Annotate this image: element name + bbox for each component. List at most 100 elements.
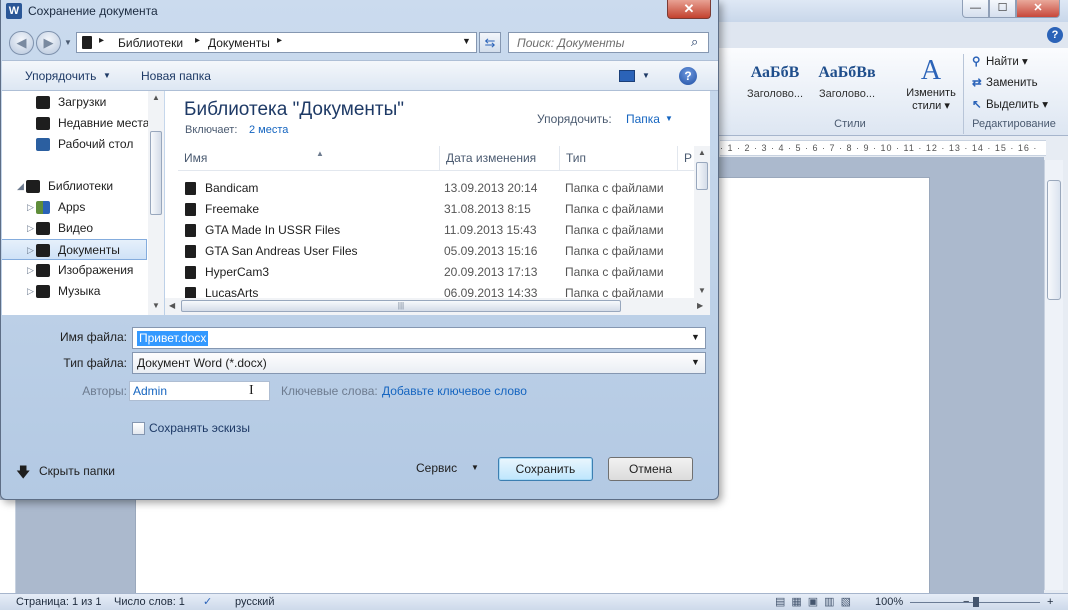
- select-button[interactable]: ↖ Выделить ▾: [972, 95, 1048, 115]
- change-styles-button[interactable]: A Изменить стили ▾: [900, 55, 962, 113]
- dialog-title-bar[interactable]: W Сохранение документа ✕: [1, 0, 719, 24]
- chevron-down-icon[interactable]: ▼: [471, 463, 479, 472]
- nav-item-recent-places[interactable]: Недавние места: [2, 113, 149, 134]
- word-minimize-button[interactable]: —: [962, 0, 989, 18]
- nav-item-documents[interactable]: ▷ Документы: [2, 239, 147, 260]
- view-options-icon[interactable]: [619, 70, 635, 82]
- nav-item-apps[interactable]: ▷ Apps: [2, 197, 147, 218]
- hide-folders-button[interactable]: Скрыть папки: [39, 464, 115, 478]
- status-language[interactable]: русский: [235, 594, 274, 610]
- folder-icon: [185, 224, 196, 237]
- chevron-down-icon[interactable]: ▼: [103, 71, 111, 80]
- save-thumbnails-checkbox[interactable]: [132, 422, 145, 435]
- dialog-close-button[interactable]: ✕: [667, 0, 711, 19]
- nav-item-desktop[interactable]: Рабочий стол: [2, 134, 147, 155]
- organize-button[interactable]: Упорядочить: [25, 69, 96, 83]
- nav-pane-scrollbar[interactable]: ▲ ▼: [148, 91, 164, 315]
- scrollbar-thumb[interactable]: [150, 131, 162, 215]
- file-row[interactable]: GTA Made In USSR Files 11.09.2013 15:43 …: [178, 220, 698, 241]
- nav-item-downloads[interactable]: Загрузки: [2, 92, 147, 113]
- scroll-down-icon[interactable]: ▼: [152, 301, 160, 310]
- file-row[interactable]: GTA San Andreas User Files 05.09.2013 15…: [178, 241, 698, 262]
- search-icon[interactable]: ⌕: [691, 34, 698, 50]
- chevron-down-icon[interactable]: ▼: [691, 357, 700, 367]
- column-header-date[interactable]: Дата изменения: [440, 146, 560, 171]
- new-folder-button[interactable]: Новая папка: [141, 69, 211, 83]
- library-icon: [82, 36, 92, 49]
- style-heading-1[interactable]: АаБбВ Заголово...: [740, 58, 810, 110]
- scrollbar-thumb[interactable]: |||: [181, 300, 621, 312]
- filetype-select[interactable]: Документ Word (*.docx) ▼: [132, 352, 706, 374]
- library-locations-link[interactable]: 2 места: [249, 124, 288, 136]
- forward-button[interactable]: ▶: [36, 31, 61, 55]
- help-icon[interactable]: ?: [679, 67, 697, 85]
- back-button[interactable]: ◀: [9, 31, 34, 55]
- scroll-up-icon[interactable]: ▲: [698, 148, 706, 157]
- file-list-horizontal-scrollbar[interactable]: ◀ ||| ▶: [165, 298, 710, 315]
- scroll-right-icon[interactable]: ▶: [697, 301, 703, 310]
- tools-button[interactable]: Сервис: [416, 461, 457, 475]
- zoom-in-button[interactable]: +: [1047, 594, 1053, 610]
- authors-value[interactable]: Admin: [133, 384, 167, 398]
- search-box[interactable]: ⌕: [508, 32, 709, 53]
- word-help-icon[interactable]: ?: [1047, 27, 1063, 43]
- file-row[interactable]: HyperCam3 20.09.2013 17:13 Папка с файла…: [178, 262, 698, 283]
- scrollbar-thumb[interactable]: [1047, 180, 1061, 300]
- collapse-arrow-icon[interactable]: 🡇: [16, 462, 30, 486]
- view-mode-icons[interactable]: ▤▦▣▥▧: [775, 594, 857, 610]
- recent-locations-dropdown[interactable]: ▼: [64, 38, 72, 47]
- tree-collapse-icon[interactable]: ◢: [17, 176, 24, 197]
- spellcheck-icon[interactable]: ✓: [203, 594, 212, 610]
- scroll-down-icon[interactable]: ▼: [698, 286, 706, 295]
- breadcrumb-documents[interactable]: Документы: [208, 36, 270, 50]
- chevron-down-icon[interactable]: ▼: [462, 36, 471, 46]
- folder-icon: [185, 182, 196, 195]
- file-row[interactable]: Bandicam 13.09.2013 20:14 Папка с файлам…: [178, 178, 698, 199]
- file-row[interactable]: Freemake 31.08.2013 8:15 Папка с файлами: [178, 199, 698, 220]
- breadcrumb-separator[interactable]: ▸: [99, 35, 104, 46]
- file-list-vertical-scrollbar[interactable]: ▲ ▼: [694, 146, 710, 298]
- tree-expand-icon[interactable]: ▷: [27, 260, 34, 281]
- save-thumbnails-label[interactable]: Сохранять эскизы: [149, 421, 250, 435]
- tree-expand-icon[interactable]: ▷: [27, 197, 34, 218]
- breadcrumb-separator[interactable]: ▸: [277, 35, 282, 46]
- refresh-button[interactable]: ⇆: [479, 32, 501, 53]
- word-close-button[interactable]: ✕: [1016, 0, 1060, 18]
- tree-expand-icon[interactable]: ▷: [27, 240, 34, 261]
- scroll-left-icon[interactable]: ◀: [169, 301, 175, 310]
- status-page-count[interactable]: Страница: 1 из 1: [16, 594, 102, 610]
- chevron-down-icon[interactable]: ▼: [642, 71, 650, 80]
- arrange-by-dropdown[interactable]: Папка: [626, 112, 660, 126]
- word-maximize-button[interactable]: ☐: [989, 0, 1016, 18]
- nav-item-pictures[interactable]: ▷ Изображения: [2, 260, 147, 281]
- nav-item-libraries[interactable]: ◢ Библиотеки: [2, 176, 147, 197]
- address-bar[interactable]: ▸ Библиотеки ▸ Документы ▸ ▼: [76, 32, 477, 53]
- tree-expand-icon[interactable]: ▷: [27, 218, 34, 239]
- column-header-type[interactable]: Тип: [560, 146, 678, 171]
- replace-button[interactable]: ⇄ Заменить: [972, 73, 1038, 93]
- chevron-down-icon[interactable]: ▼: [665, 114, 673, 123]
- save-button[interactable]: Сохранить: [498, 457, 593, 481]
- chevron-down-icon[interactable]: ▼: [691, 332, 700, 342]
- scrollbar-thumb[interactable]: [696, 162, 708, 190]
- zoom-level[interactable]: 100%: [875, 594, 903, 610]
- file-date: 31.08.2013 8:15: [444, 202, 531, 216]
- nav-item-music[interactable]: ▷ Музыка: [2, 281, 147, 302]
- cancel-button[interactable]: Отмена: [608, 457, 693, 481]
- word-vertical-scrollbar[interactable]: [1044, 160, 1063, 590]
- column-header-name[interactable]: Имя ▲: [178, 146, 440, 171]
- filename-field[interactable]: Привет.docx ▼: [132, 327, 706, 349]
- breadcrumb-separator[interactable]: ▸: [195, 35, 200, 46]
- zoom-slider-knob[interactable]: [973, 597, 979, 607]
- scroll-up-icon[interactable]: ▲: [152, 93, 160, 102]
- breadcrumb-libraries[interactable]: Библиотеки: [118, 36, 183, 50]
- nav-item-video[interactable]: ▷ Видео: [2, 218, 147, 239]
- add-keyword-link[interactable]: Добавьте ключевое слово: [382, 384, 527, 398]
- filename-value[interactable]: Привет.docx: [137, 331, 209, 346]
- find-button[interactable]: ⚲ Найти ▾: [972, 52, 1028, 72]
- search-input[interactable]: [509, 33, 687, 52]
- status-word-count[interactable]: Число слов: 1: [114, 594, 185, 610]
- style-heading-2[interactable]: АаБбВв Заголово...: [812, 58, 882, 110]
- file-row[interactable]: LucasArts 06.09.2013 14:33 Папка с файла…: [178, 283, 698, 298]
- tree-expand-icon[interactable]: ▷: [27, 281, 34, 302]
